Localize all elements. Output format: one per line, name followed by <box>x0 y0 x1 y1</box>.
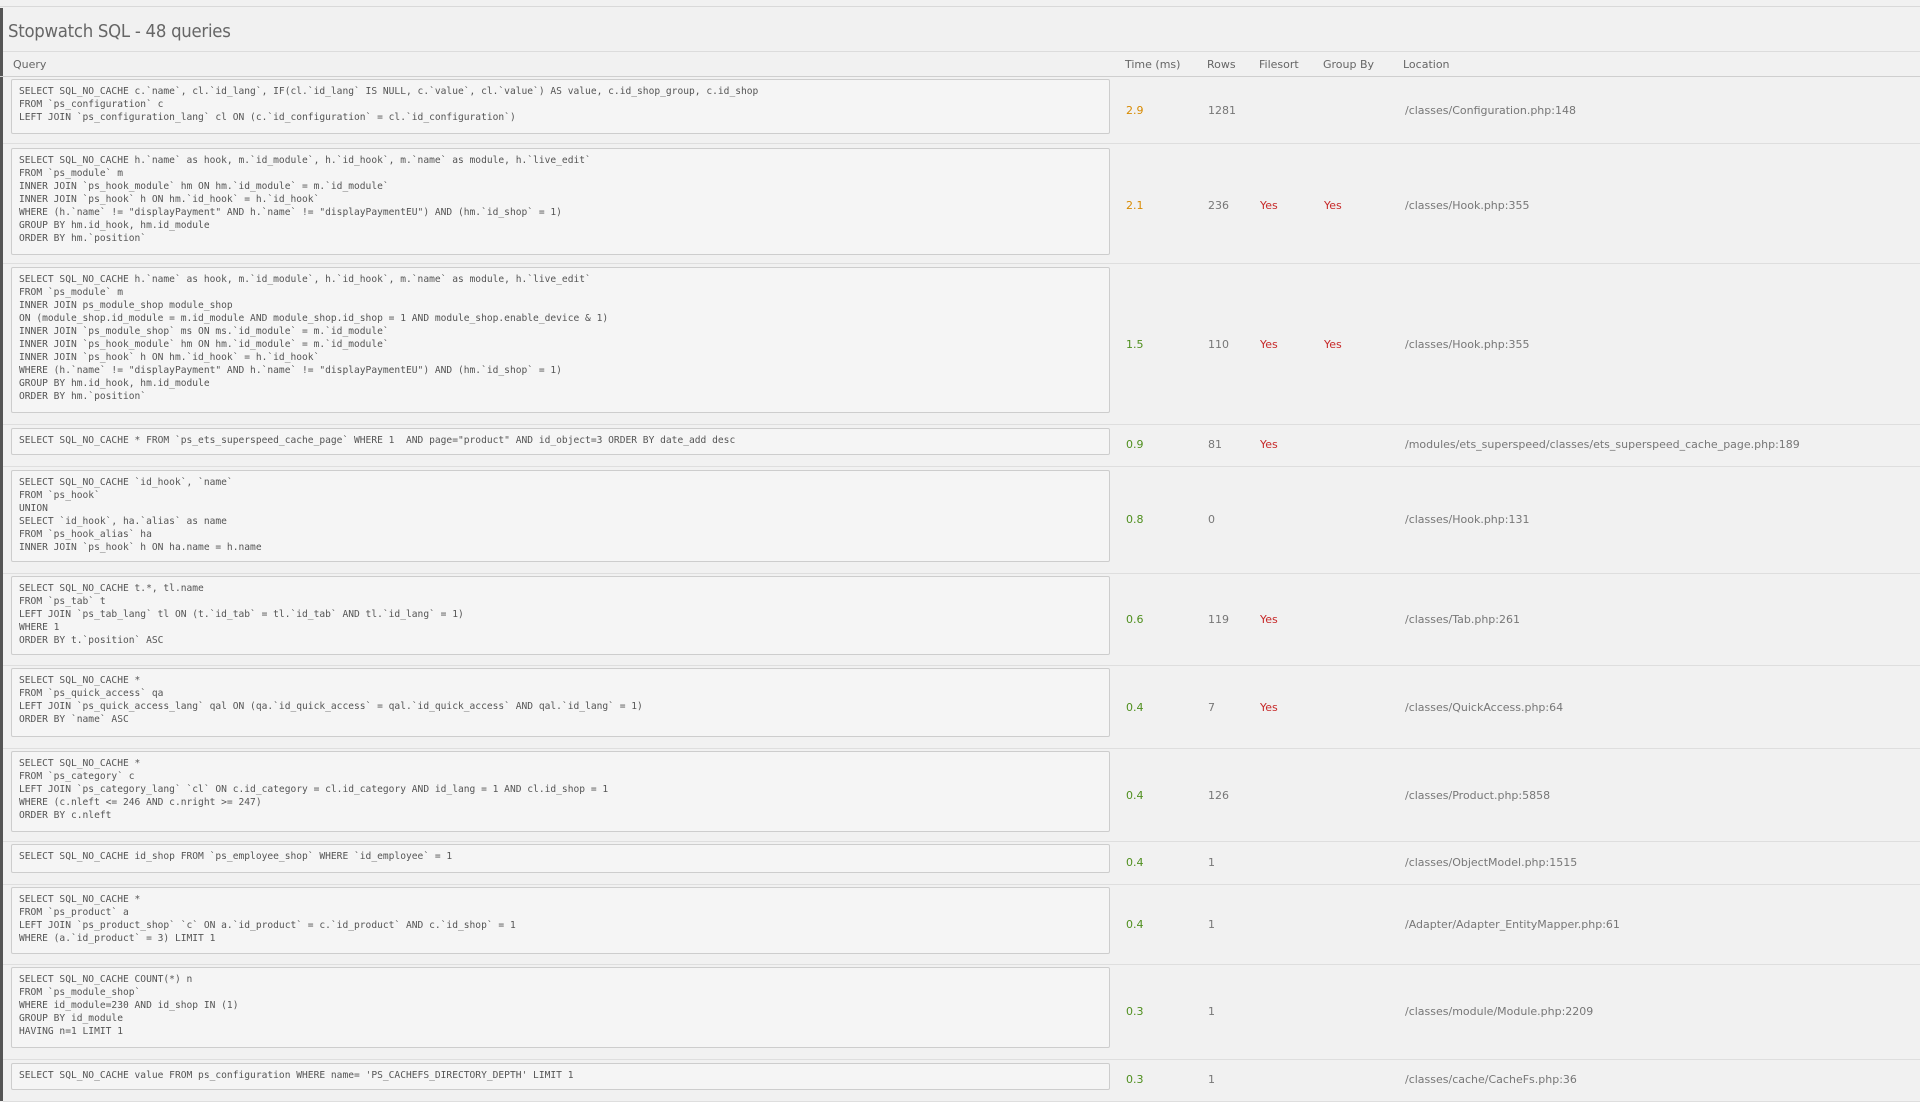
query-rows: 1 <box>1208 1073 1215 1086</box>
page-title: Stopwatch SQL - 48 queries <box>8 21 231 42</box>
query-location: /classes/module/Module.php:2209 <box>1405 1005 1594 1018</box>
query-location: /Adapter/Adapter_EntityMapper.php:61 <box>1405 918 1620 931</box>
query-code-box: SELECT SQL_NO_CACHE * FROM `ps_product` … <box>11 887 1110 954</box>
query-time: 0.4 <box>1126 789 1144 802</box>
query-time: 0.6 <box>1126 613 1144 626</box>
query-time: 0.3 <box>1126 1073 1144 1086</box>
query-rows: 110 <box>1208 338 1229 351</box>
query-rows: 126 <box>1208 789 1229 802</box>
query-filesort: Yes <box>1260 701 1278 714</box>
header-filesort: Filesort <box>1259 58 1299 71</box>
query-filesort: Yes <box>1260 613 1278 626</box>
query-location: /classes/cache/CacheFs.php:36 <box>1405 1073 1577 1086</box>
query-groupby: Yes <box>1324 199 1342 212</box>
query-location: /classes/Hook.php:355 <box>1405 338 1530 351</box>
query-rows: 236 <box>1208 199 1229 212</box>
query-rows: 0 <box>1208 513 1215 526</box>
query-rows: 7 <box>1208 701 1215 714</box>
query-code-box: SELECT SQL_NO_CACHE * FROM `ps_quick_acc… <box>11 668 1110 737</box>
query-code-box: SELECT SQL_NO_CACHE c.`name`, cl.`id_lan… <box>11 79 1110 134</box>
query-location: /classes/Hook.php:131 <box>1405 513 1530 526</box>
query-location: /classes/Hook.php:355 <box>1405 199 1530 212</box>
query-location: /classes/Configuration.php:148 <box>1405 104 1576 117</box>
query-rows: 1281 <box>1208 104 1236 117</box>
query-time: 1.5 <box>1126 338 1144 351</box>
header-query: Query <box>13 58 47 71</box>
query-rows: 1 <box>1208 1005 1215 1018</box>
query-time: 0.4 <box>1126 701 1144 714</box>
query-time: 0.8 <box>1126 513 1144 526</box>
query-rows: 1 <box>1208 856 1215 869</box>
query-code-box: SELECT SQL_NO_CACHE * FROM `ps_ets_super… <box>11 428 1110 455</box>
header-groupby: Group By <box>1323 58 1375 71</box>
query-location: /classes/ObjectModel.php:1515 <box>1405 856 1578 869</box>
query-location: /classes/QuickAccess.php:64 <box>1405 701 1564 714</box>
query-time: 0.9 <box>1126 438 1144 451</box>
top-border <box>0 6 1920 7</box>
query-filesort: Yes <box>1260 199 1278 212</box>
header-location: Location <box>1403 58 1450 71</box>
query-rows: 119 <box>1208 613 1229 626</box>
query-location: /modules/ets_superspeed/classes/ets_supe… <box>1405 438 1800 451</box>
query-location: /classes/Tab.php:261 <box>1405 613 1520 626</box>
query-code-box: SELECT SQL_NO_CACHE COUNT(*) n FROM `ps_… <box>11 967 1110 1048</box>
query-rows: 1 <box>1208 918 1215 931</box>
query-location: /classes/Product.php:5858 <box>1405 789 1551 802</box>
query-time: 0.4 <box>1126 918 1144 931</box>
query-code-box: SELECT SQL_NO_CACHE h.`name` as hook, m.… <box>11 148 1110 255</box>
query-filesort: Yes <box>1260 338 1278 351</box>
query-code-box: SELECT SQL_NO_CACHE id_shop FROM `ps_emp… <box>11 844 1110 873</box>
header-time: Time (ms) <box>1125 58 1181 71</box>
query-code-box: SELECT SQL_NO_CACHE `id_hook`, `name` FR… <box>11 470 1110 562</box>
query-time: 2.1 <box>1126 199 1144 212</box>
header-rows: Rows <box>1207 58 1236 71</box>
query-filesort: Yes <box>1260 438 1278 451</box>
query-rows: 81 <box>1208 438 1222 451</box>
query-code-box: SELECT SQL_NO_CACHE value FROM ps_config… <box>11 1063 1110 1090</box>
query-groupby: Yes <box>1324 338 1342 351</box>
query-time: 0.3 <box>1126 1005 1144 1018</box>
table-header: Query Time (ms) Rows Filesort Group By L… <box>0 52 1920 77</box>
query-time: 0.4 <box>1126 856 1144 869</box>
query-code-box: SELECT SQL_NO_CACHE * FROM `ps_category`… <box>11 751 1110 832</box>
query-time: 2.9 <box>1126 104 1144 117</box>
query-code-box: SELECT SQL_NO_CACHE t.*, tl.name FROM `p… <box>11 576 1110 655</box>
query-code-box: SELECT SQL_NO_CACHE h.`name` as hook, m.… <box>11 267 1110 413</box>
